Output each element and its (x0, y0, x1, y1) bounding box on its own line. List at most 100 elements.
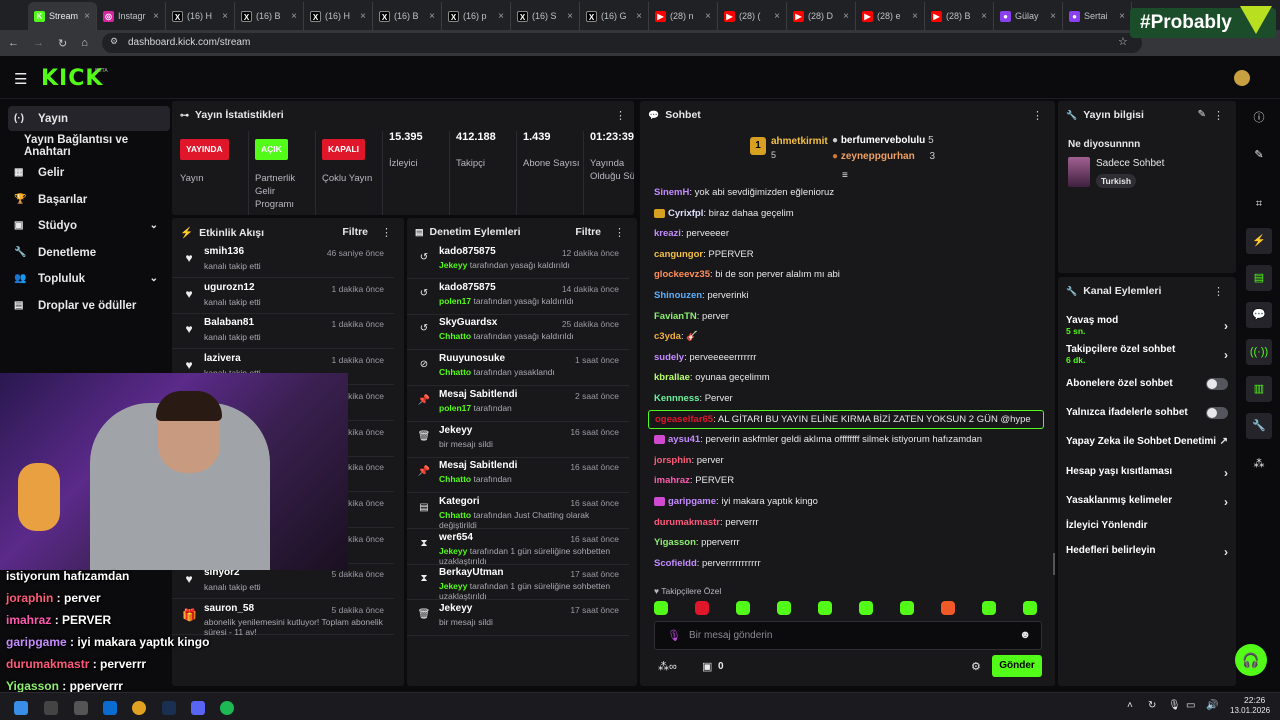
chevron-right-icon[interactable]: › (1224, 545, 1228, 559)
search-icon[interactable] (44, 701, 58, 715)
browser-tab[interactable]: X (16) S × (511, 2, 580, 30)
more-icon[interactable]: ⋮ (1032, 109, 1043, 122)
chat-username[interactable]: Yigasson (654, 537, 696, 548)
chat-username[interactable]: Scofieldd (654, 558, 697, 569)
reload-icon[interactable]: ↻ (58, 37, 67, 50)
capture-icon[interactable]: ⌗ (1246, 191, 1272, 217)
chat-username[interactable]: glockeevz35 (654, 269, 710, 280)
channel-action[interactable]: Takipçilere özel sohbet 6 dk. › (1066, 344, 1228, 365)
chat-username[interactable]: FavianTN (654, 311, 697, 322)
channel-action[interactable]: Hesap yaşı kısıtlaması › (1066, 466, 1228, 480)
action-title[interactable]: Mesaj Sabitlendi (439, 460, 517, 471)
chat-username[interactable]: Kennness (654, 393, 699, 404)
wrench-icon[interactable]: 🔧 (1246, 413, 1272, 439)
list-item[interactable]: ↺ SkyGuardsx Chhatto tarafından yasağı kal… (407, 314, 629, 351)
list-item[interactable]: 🗑 Jekeyy bir mesajı sildi 16 saat önce (407, 422, 629, 458)
more-icon[interactable]: ⋮ (614, 226, 625, 239)
chat-username[interactable]: cangungor (654, 249, 703, 260)
chat-username[interactable]: sudely (654, 352, 684, 363)
list-item[interactable]: ↺ kado875875 Jekeyy tarafından yasağı kald… (407, 243, 629, 279)
mic-icon[interactable]: 🎙 (667, 629, 681, 642)
nav-item[interactable]: 👥 Topluluk ⌄ (8, 266, 170, 291)
avatar[interactable] (1234, 70, 1250, 86)
list-item[interactable]: ⧗ wer654 Jekeyy tarafından 1 gün süreliğin… (407, 529, 629, 566)
address-bar[interactable]: dashboard.kick.com/stream (102, 33, 1142, 53)
action-title[interactable]: Jekeyy (439, 425, 472, 436)
send-button[interactable]: Gönder (992, 655, 1042, 677)
emote-icon[interactable] (777, 601, 791, 615)
browser-tab[interactable]: ▶ (28) n × (649, 2, 718, 30)
chat-message[interactable]: imahraz: PERVER (654, 475, 734, 486)
emote-icon[interactable] (695, 601, 709, 615)
chat-message[interactable]: Yigasson: pperverrr (654, 537, 740, 548)
chat-message[interactable]: sudely: perveeeeerrrrrrr (654, 352, 756, 363)
lightning-icon[interactable]: ⚡ (1246, 228, 1272, 254)
store-icon[interactable]: ▣ (702, 660, 712, 673)
chat-message[interactable]: aysu41: perverin askfmler geldi aklıma o… (654, 434, 982, 445)
back-icon[interactable]: ← (8, 37, 19, 49)
chat-message[interactable]: Kennness: Perver (654, 393, 733, 404)
chat-message[interactable]: kreazi: perveeeer (654, 228, 729, 239)
browser-tab[interactable]: ● Gülay × (994, 2, 1063, 30)
list-item[interactable]: ⊘ Ruuyunosuke Chhatto tarafından yasakland… (407, 350, 629, 387)
menu-icon[interactable]: ☰ (14, 70, 27, 88)
more-icon[interactable]: ⋮ (381, 226, 392, 239)
action-actor[interactable]: Chhatto (439, 474, 471, 484)
activity-user[interactable]: lazivera (204, 353, 241, 364)
list-item[interactable]: ♥ Balaban81 kanalı takip etti 1 dakika önce (172, 314, 394, 350)
list-item[interactable]: ▤ Kategori Chhatto tarafından Just Chattin… (407, 493, 629, 530)
chat-message[interactable]: Shinouzen: perverinki (654, 290, 749, 301)
chat-message[interactable]: SinemH: yok abi sevdiğimizden eğlenioruz (654, 187, 834, 198)
channel-action[interactable]: Yapay Zeka ile Sohbet Denetimi ↗ (1066, 436, 1228, 447)
action-actor[interactable]: Chhatto (439, 331, 471, 341)
tray-chevron-icon[interactable]: ˄ (1127, 700, 1133, 711)
action-title[interactable]: Mesaj Sabitlendi (439, 389, 517, 400)
tray-sync-icon[interactable]: ↻ (1148, 700, 1156, 711)
list-item[interactable]: 🗑 Jekeyy bir mesajı sildi 17 saat önce (407, 600, 629, 636)
activity-user[interactable]: sauron_58 (204, 603, 254, 614)
home-icon[interactable]: ⌂ (81, 37, 88, 49)
action-actor[interactable]: Jekeyy (439, 260, 467, 270)
action-title[interactable]: kado875875 (439, 282, 496, 293)
chat-bubble-icon[interactable]: 💬 (1246, 302, 1272, 328)
emote-icon[interactable] (1023, 601, 1037, 615)
channel-action[interactable]: Abonelere özel sohbet (1066, 378, 1228, 390)
browser-tab[interactable]: X (16) B × (373, 2, 442, 30)
microphone-icon[interactable]: 🎙 (1168, 700, 1181, 711)
spotify-icon[interactable] (220, 701, 234, 715)
list-item[interactable]: ♥ smih136 kanalı takip etti 46 saniye önce (172, 243, 394, 278)
close-tab-icon[interactable]: × (153, 11, 159, 22)
leader-name[interactable]: ● zeyneppgurhan 3 (832, 151, 935, 162)
close-tab-icon[interactable]: × (222, 11, 228, 22)
file-explorer-icon[interactable] (74, 701, 88, 715)
browser-tab[interactable]: ▶ (28) D × (787, 2, 856, 30)
nav-item[interactable]: (·) Yayın (8, 106, 170, 131)
chat-message[interactable]: glockeevz35: bi de son perver alalım mı … (654, 269, 840, 280)
chevron-right-icon[interactable]: › (1224, 348, 1228, 362)
close-tab-icon[interactable]: × (429, 11, 435, 22)
tag-pill[interactable]: Turkish (1096, 174, 1137, 188)
steam-icon[interactable] (162, 701, 176, 715)
nav-item[interactable]: ▦ Gelir (8, 160, 170, 185)
action-title[interactable]: Ruuyunosuke (439, 353, 505, 364)
volume-icon[interactable]: 🔊 (1206, 700, 1218, 711)
emote-icon[interactable] (736, 601, 750, 615)
nav-item[interactable]: Yayın Bağlantısı ve Anahtarı (8, 133, 170, 158)
chevron-down-icon[interactable]: ⌄ (150, 220, 158, 231)
chat-username[interactable]: Cyrixfpl (668, 208, 703, 219)
action-actor[interactable]: Jekeyy (439, 546, 467, 556)
chat-message[interactable]: ogeaselfar65: AL GİTARI BU YAYIN ELİNE K… (648, 409, 1044, 429)
clock-date[interactable]: 13.01.2026 (1230, 706, 1270, 715)
nav-item[interactable]: 🔧 Denetleme (8, 240, 170, 265)
chat-username[interactable]: jorsphin (654, 455, 691, 466)
leader-name[interactable]: ahmetkirmit (771, 136, 828, 147)
chat-username[interactable]: ogeaselfar65 (655, 414, 713, 425)
chat-username[interactable]: imahraz (654, 475, 690, 486)
moderation-filter-button[interactable]: Filtre (575, 226, 601, 238)
browser-tab[interactable]: ▶ (28) e × (856, 2, 925, 30)
channel-action[interactable]: Yasaklanmış kelimeler › (1066, 495, 1228, 509)
chat-username[interactable]: durumakmastr (654, 517, 720, 528)
action-title[interactable]: SkyGuardsx (439, 317, 497, 328)
action-title[interactable]: wer654 (439, 532, 473, 543)
clock-time[interactable]: 22:26 (1244, 695, 1265, 705)
